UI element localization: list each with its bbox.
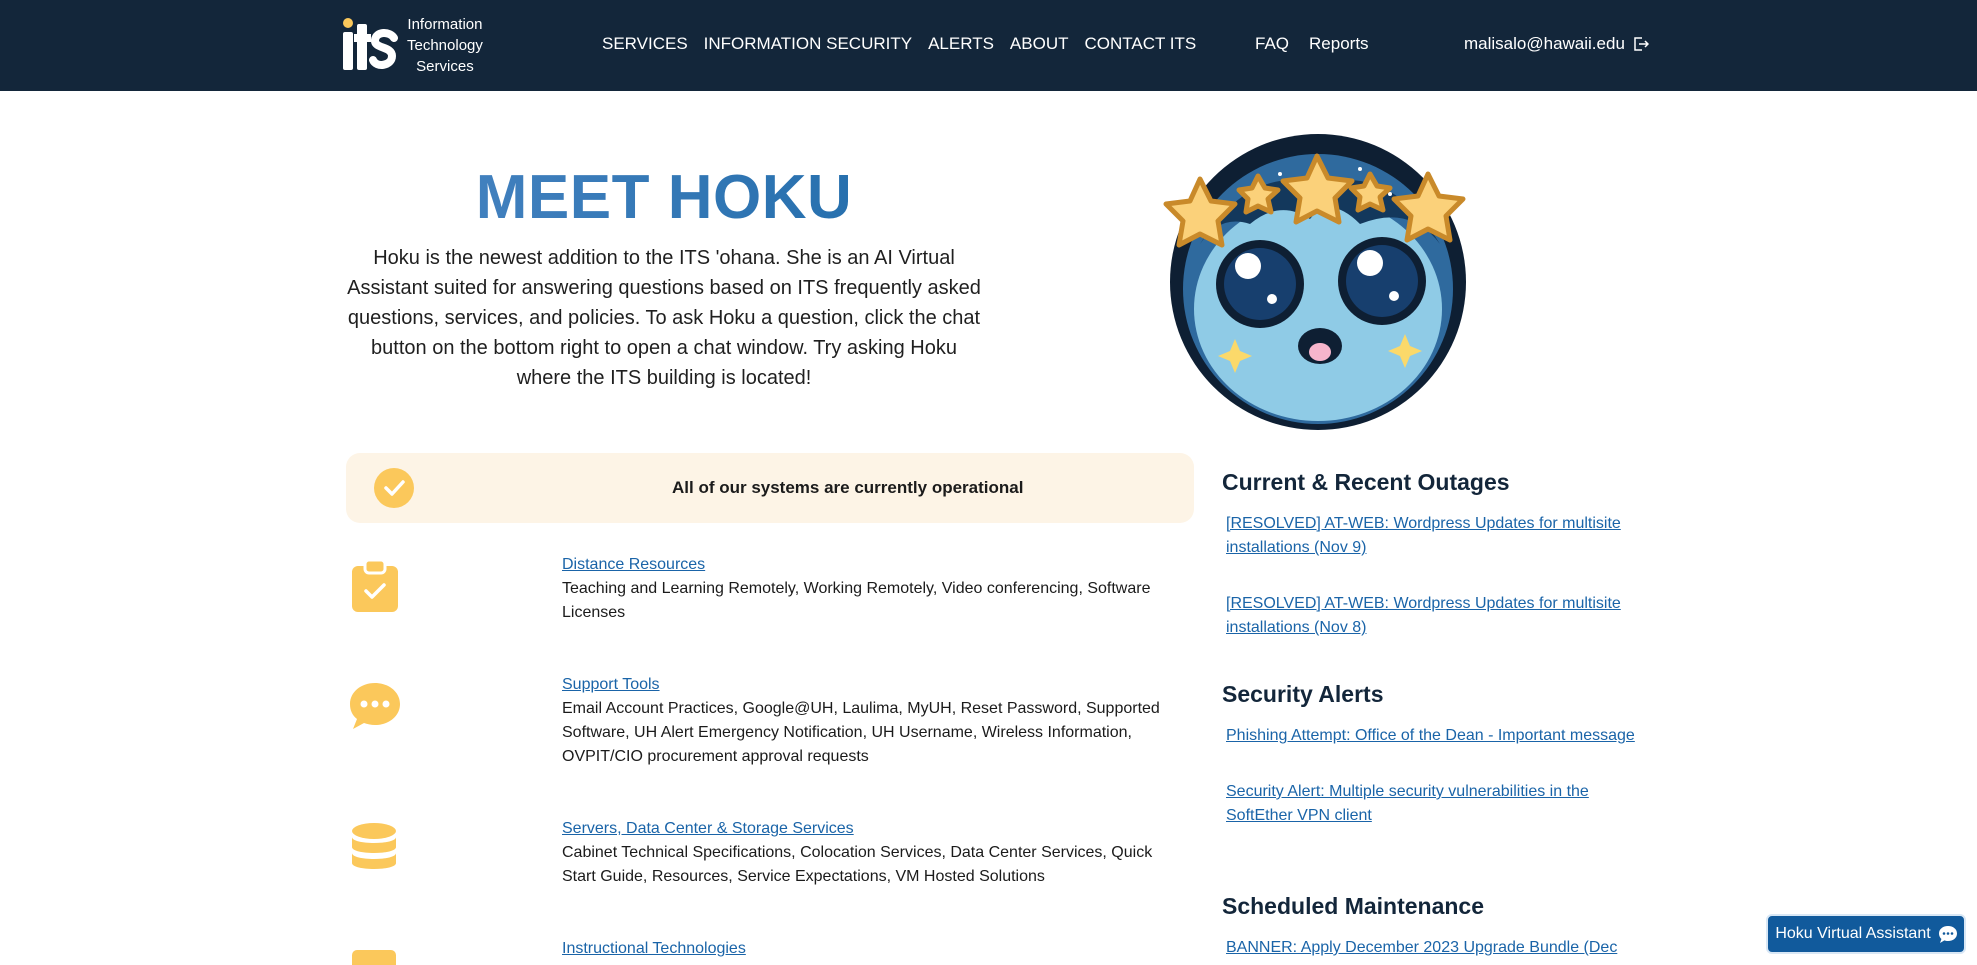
service-item-servers-data-center: Servers, Data Center & Storage Services …: [562, 817, 1172, 889]
instruction-icon: [352, 950, 396, 965]
database-icon: [352, 823, 396, 869]
user-email: malisalo@hawaii.edu: [1464, 34, 1625, 53]
chat-icon: [1938, 925, 1957, 943]
secondary-nav: FAQ Reports: [1255, 34, 1389, 54]
logo-caption-line: Technology: [407, 36, 483, 54]
its-logo[interactable]: Information Technology Services: [340, 14, 483, 76]
main-nav: SERVICES INFORMATION SECURITY ALERTS ABO…: [602, 34, 1212, 54]
outages-heading: Current & Recent Outages: [1222, 469, 1510, 495]
maintenance-link[interactable]: BANNER: Apply December 2023 Upgrade Bund…: [1226, 936, 1642, 960]
service-item-distance-resources: Distance Resources Teaching and Learning…: [562, 553, 1172, 625]
logo-caption: Information Technology Services: [407, 14, 483, 77]
logo-caption-line: Information: [407, 15, 483, 33]
its-logo-icon: [343, 18, 398, 70]
service-description: Teaching and Learning Remotely, Working …: [562, 580, 1151, 621]
service-item-instructional-technologies: Instructional Technologies: [562, 937, 1172, 961]
service-link-distance-resources[interactable]: Distance Resources: [562, 556, 705, 573]
scheduled-maintenance-section: Scheduled Maintenance BANNER: Apply Dece…: [1222, 893, 1642, 960]
nav-faq[interactable]: FAQ: [1255, 34, 1289, 54]
nav-information-security[interactable]: INFORMATION SECURITY: [704, 34, 912, 54]
chat-bubble-icon: [350, 683, 400, 729]
nav-about[interactable]: ABOUT: [1010, 34, 1069, 54]
hoku-chat-button[interactable]: Hoku Virtual Assistant: [1766, 914, 1966, 954]
security-alert-link[interactable]: Security Alert: Multiple security vulner…: [1226, 780, 1642, 828]
nav-services[interactable]: SERVICES: [602, 34, 688, 54]
outage-link[interactable]: [RESOLVED] AT-WEB: Wordpress Updates for…: [1226, 592, 1642, 640]
user-account[interactable]: malisalo@hawaii.edu: [1464, 34, 1649, 54]
service-link-servers-data-center[interactable]: Servers, Data Center & Storage Services: [562, 820, 854, 837]
outages-section: Current & Recent Outages [RESOLVED] AT-W…: [1222, 469, 1642, 640]
scheduled-maintenance-heading: Scheduled Maintenance: [1222, 893, 1485, 919]
service-item-support-tools: Support Tools Email Account Practices, G…: [562, 673, 1172, 769]
check-circle-icon: [374, 468, 414, 508]
service-link-instructional-technologies[interactable]: Instructional Technologies: [562, 940, 746, 957]
system-status-banner: All of our systems are currently operati…: [346, 453, 1194, 523]
clipboard-check-icon: [352, 560, 398, 612]
top-navigation-bar: Information Technology Services SERVICES…: [0, 0, 1977, 91]
outage-link[interactable]: [RESOLVED] AT-WEB: Wordpress Updates for…: [1226, 512, 1642, 560]
hero-description: Hoku is the newest addition to the ITS '…: [347, 247, 981, 389]
security-alert-link[interactable]: Phishing Attempt: Office of the Dean - I…: [1226, 724, 1642, 748]
service-description: Email Account Practices, Google@UH, Laul…: [562, 700, 1160, 765]
security-alerts-heading: Security Alerts: [1222, 681, 1384, 707]
service-description: Cabinet Technical Specifications, Coloca…: [562, 844, 1153, 885]
nav-reports[interactable]: Reports: [1309, 34, 1369, 54]
nav-alerts[interactable]: ALERTS: [928, 34, 994, 54]
hero-title: MEET HOKU: [330, 162, 998, 233]
system-status-message: All of our systems are currently operati…: [672, 478, 1024, 497]
logout-icon[interactable]: [1633, 36, 1649, 52]
logo-caption-line: Services: [416, 57, 474, 75]
chat-button-label: Hoku Virtual Assistant: [1775, 925, 1931, 942]
service-link-support-tools[interactable]: Support Tools: [562, 676, 660, 693]
security-alerts-section: Security Alerts Phishing Attempt: Office…: [1222, 681, 1642, 828]
nav-contact-its[interactable]: CONTACT ITS: [1084, 34, 1196, 54]
hoku-mascot-illustration: [1163, 134, 1466, 430]
